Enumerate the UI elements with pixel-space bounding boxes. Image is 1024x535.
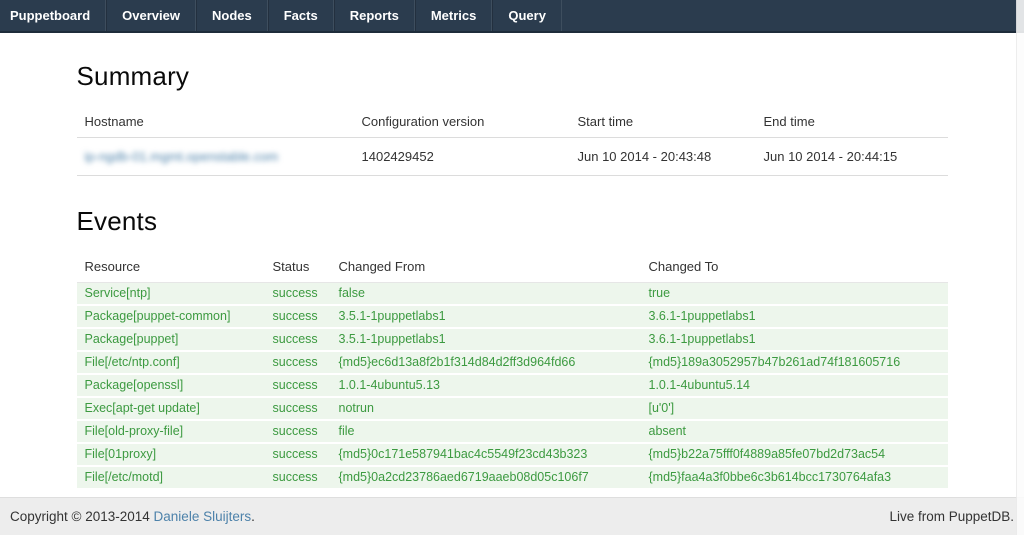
event-resource: Package[puppet] bbox=[77, 328, 265, 351]
event-status: success bbox=[265, 397, 331, 420]
event-row: Service[ntp] success false true bbox=[77, 283, 948, 306]
event-changed-from: {md5}0a2cd23786aed6719aaeb08d05c106f7 bbox=[331, 466, 641, 489]
event-changed-from: 3.5.1-1puppetlabs1 bbox=[331, 305, 641, 328]
event-resource: File[old-proxy-file] bbox=[77, 420, 265, 443]
event-status: success bbox=[265, 374, 331, 397]
column-header-changed-from: Changed From bbox=[331, 251, 641, 283]
author-link[interactable]: Daniele Sluijters bbox=[154, 509, 252, 524]
event-changed-to: absent bbox=[641, 420, 948, 443]
summary-heading: Summary bbox=[77, 61, 948, 92]
summary-row: ip-ngdb-01.mgmt.openstable.com 140242945… bbox=[77, 138, 948, 176]
events-heading: Events bbox=[77, 206, 948, 237]
event-status: success bbox=[265, 328, 331, 351]
event-row: Package[puppet-common] success 3.5.1-1pu… bbox=[77, 305, 948, 328]
hostname-link-blurred[interactable]: ip-ngdb-01.mgmt.openstable.com bbox=[85, 149, 279, 164]
configuration-version-value: 1402429452 bbox=[354, 138, 570, 176]
event-changed-to: {md5}faa4a3f0bbe6c3b614bcc1730764afa3 bbox=[641, 466, 948, 489]
nav-item-overview[interactable]: Overview bbox=[106, 0, 196, 31]
event-resource: Service[ntp] bbox=[77, 283, 265, 306]
events-table: Resource Status Changed From Changed To … bbox=[77, 251, 948, 490]
events-header-row: Resource Status Changed From Changed To bbox=[77, 251, 948, 283]
event-changed-from: 1.0.1-4ubuntu5.13 bbox=[331, 374, 641, 397]
navbar: Puppetboard Overview Nodes Facts Reports… bbox=[0, 0, 1024, 33]
column-header-resource: Resource bbox=[77, 251, 265, 283]
event-changed-from: notrun bbox=[331, 397, 641, 420]
event-changed-to: true bbox=[641, 283, 948, 306]
event-row: File[old-proxy-file] success file absent bbox=[77, 420, 948, 443]
event-status: success bbox=[265, 420, 331, 443]
copyright-prefix: Copyright © 2013-2014 bbox=[10, 509, 154, 524]
nav-item-nodes[interactable]: Nodes bbox=[196, 0, 268, 31]
event-changed-from: {md5}ec6d13a8f2b1f314d84d2ff3d964fd66 bbox=[331, 351, 641, 374]
event-resource: Package[openssl] bbox=[77, 374, 265, 397]
event-row: Package[openssl] success 1.0.1-4ubuntu5.… bbox=[77, 374, 948, 397]
nav-item-query[interactable]: Query bbox=[492, 0, 562, 31]
event-status: success bbox=[265, 305, 331, 328]
event-changed-to: 3.6.1-1puppetlabs1 bbox=[641, 328, 948, 351]
event-changed-to: {md5}b22a75fff0f4889a85fe07bd2d73ac54 bbox=[641, 443, 948, 466]
event-resource: Exec[apt-get update] bbox=[77, 397, 265, 420]
event-row: Exec[apt-get update] success notrun [u'0… bbox=[77, 397, 948, 420]
summary-table: Hostname Configuration version Start tim… bbox=[77, 106, 948, 176]
summary-header-row: Hostname Configuration version Start tim… bbox=[77, 106, 948, 138]
nav-item-facts[interactable]: Facts bbox=[268, 0, 334, 31]
nav-item-reports[interactable]: Reports bbox=[334, 0, 415, 31]
footer: Copyright © 2013-2014 Daniele Sluijters.… bbox=[0, 497, 1024, 535]
event-changed-from: file bbox=[331, 420, 641, 443]
event-status: success bbox=[265, 443, 331, 466]
event-row: File[/etc/motd] success {md5}0a2cd23786a… bbox=[77, 466, 948, 489]
copyright-text: Copyright © 2013-2014 Daniele Sluijters. bbox=[10, 509, 255, 524]
event-row: Package[puppet] success 3.5.1-1puppetlab… bbox=[77, 328, 948, 351]
event-resource: Package[puppet-common] bbox=[77, 305, 265, 328]
column-header-changed-to: Changed To bbox=[641, 251, 948, 283]
event-resource: File[/etc/motd] bbox=[77, 466, 265, 489]
column-header-hostname: Hostname bbox=[77, 106, 354, 138]
vertical-scrollbar-track[interactable] bbox=[1016, 0, 1024, 535]
event-changed-to: {md5}189a3052957b47b261ad74f181605716 bbox=[641, 351, 948, 374]
column-header-end-time: End time bbox=[756, 106, 948, 138]
event-resource: File[/etc/ntp.conf] bbox=[77, 351, 265, 374]
event-changed-to: [u'0'] bbox=[641, 397, 948, 420]
main-content: Summary Hostname Configuration version S… bbox=[77, 61, 948, 490]
column-header-configuration-version: Configuration version bbox=[354, 106, 570, 138]
event-resource: File[01proxy] bbox=[77, 443, 265, 466]
event-status: success bbox=[265, 466, 331, 489]
event-row: File[01proxy] success {md5}0c171e587941b… bbox=[77, 443, 948, 466]
event-status: success bbox=[265, 283, 331, 306]
nav-brand-puppetboard[interactable]: Puppetboard bbox=[0, 0, 106, 31]
start-time-value: Jun 10 2014 - 20:43:48 bbox=[570, 138, 756, 176]
column-header-status: Status bbox=[265, 251, 331, 283]
event-changed-to: 3.6.1-1puppetlabs1 bbox=[641, 305, 948, 328]
event-changed-from: false bbox=[331, 283, 641, 306]
end-time-value: Jun 10 2014 - 20:44:15 bbox=[756, 138, 948, 176]
live-status-text: Live from PuppetDB. bbox=[889, 509, 1014, 524]
event-changed-to: 1.0.1-4ubuntu5.14 bbox=[641, 374, 948, 397]
copyright-suffix: . bbox=[251, 509, 255, 524]
event-changed-from: 3.5.1-1puppetlabs1 bbox=[331, 328, 641, 351]
column-header-start-time: Start time bbox=[570, 106, 756, 138]
event-changed-from: {md5}0c171e587941bac4c5549f23cd43b323 bbox=[331, 443, 641, 466]
event-row: File[/etc/ntp.conf] success {md5}ec6d13a… bbox=[77, 351, 948, 374]
nav-item-metrics[interactable]: Metrics bbox=[415, 0, 493, 31]
event-status: success bbox=[265, 351, 331, 374]
